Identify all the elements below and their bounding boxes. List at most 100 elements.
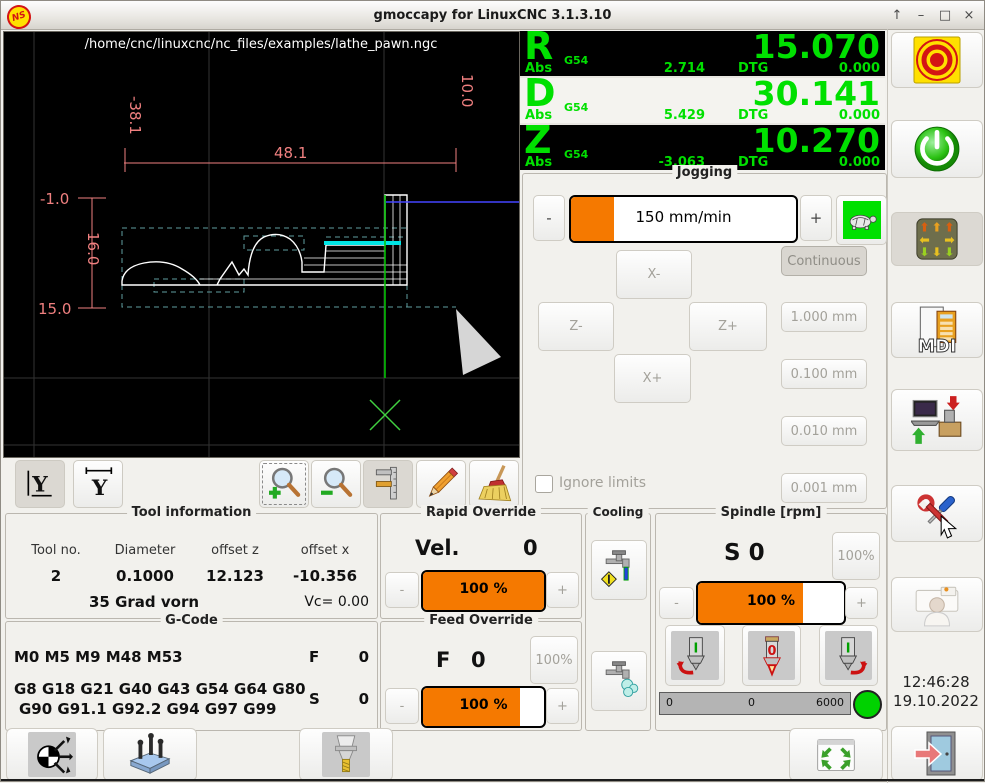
feed-override-title: Feed Override (424, 613, 538, 628)
touch-off-button[interactable] (6, 728, 98, 781)
abs-value: 5.429 (615, 108, 705, 123)
emergency-stop-icon (913, 36, 961, 84)
jog-x-plus-button[interactable]: X+ (614, 354, 691, 403)
active-g-codes-line1: G8 G18 G21 G40 G43 G54 G64 G80 (14, 680, 306, 698)
clear-preview-button[interactable] (469, 460, 519, 508)
user-settings-button[interactable] (891, 577, 983, 632)
settings-button[interactable] (891, 485, 983, 542)
speed-value: 0 (359, 690, 369, 708)
offset-z-value: 12.123 (193, 567, 277, 585)
manual-mode-button[interactable]: ⬆ ⬆ ⬆ ⬅ ➡ ⬇ ⬇ ⬇ (891, 212, 983, 266)
gcode-preview[interactable]: -38.1 48.1 10.0 -1.0 16.0 15.0 (3, 31, 520, 458)
loaded-file-path: /home/cnc/linuxcnc/nc_files/examples/lat… (85, 37, 438, 52)
gcode-title: G-Code (160, 613, 223, 628)
zoom-in-icon (264, 464, 304, 504)
dro-row-x[interactable]: R G54 15.070 Abs 2.714 DTG 0.000 (520, 31, 885, 76)
exit-button[interactable] (891, 726, 983, 781)
spindle-range-min: 0 (666, 696, 673, 709)
ignore-limits-checkbox[interactable] (535, 475, 553, 493)
jog-increment-001mm-button[interactable]: 0.010 mm (781, 416, 867, 446)
dro-row-z[interactable]: Z G54 10.270 Abs -3.063 DTG 0.000 (520, 125, 885, 170)
feed-plus-button[interactable]: + (546, 688, 579, 724)
tool-change-button[interactable] (299, 728, 393, 781)
vel-label: Vel. (415, 536, 460, 560)
rapid-override-value: 100 % (423, 572, 544, 606)
rapid-override-bar[interactable]: 100 % (421, 570, 546, 612)
spindle-plus-button[interactable]: + (845, 587, 878, 619)
spindle-range-max: 6000 (816, 696, 844, 709)
mist-coolant-button[interactable] (591, 651, 647, 711)
spindle-range-bar: 0 0 6000 (659, 692, 851, 715)
diameter-header: Diameter (101, 543, 189, 558)
rapid-override-panel: Rapid Override Vel. 0 - 100 % + (380, 513, 582, 619)
zoom-in-button[interactable] (259, 460, 309, 508)
feed-minus-button[interactable]: - (385, 688, 419, 724)
spindle-ccw-button[interactable]: I (665, 625, 725, 686)
spindle-override-bar[interactable]: 100 % (696, 581, 846, 625)
spindle-panel: Spindle [rpm] S 0 100% - 100 % + I (655, 513, 887, 731)
svg-text:Y: Y (31, 473, 48, 498)
cooling-title: Cooling (588, 505, 649, 519)
svg-text:⬇: ⬇ (932, 244, 942, 259)
jog-x-minus-button[interactable]: X- (616, 250, 692, 299)
maximize-window-icon[interactable]: □ (938, 8, 952, 23)
spindle-minus-button[interactable]: - (659, 587, 694, 619)
rapid-minus-button[interactable]: - (385, 572, 419, 608)
dro-row-d[interactable]: D G54 30.141 Abs 5.429 DTG 0.000 (520, 78, 885, 123)
feed-label: F (309, 648, 319, 666)
svg-text:0: 0 (767, 644, 776, 659)
power-icon (912, 124, 962, 174)
jog-speed-bar[interactable]: 150 mm/min (569, 195, 798, 243)
jog-increment-1mm-button[interactable]: 1.000 mm (781, 302, 867, 332)
jog-increment-01mm-button[interactable]: 0.100 mm (781, 359, 867, 389)
edit-gcode-button[interactable] (416, 460, 466, 508)
dim-label-bottom: 15.0 (38, 300, 71, 318)
mode-sidebar: ⬆ ⬆ ⬆ ⬅ ➡ ⬇ ⬇ ⬇ MDI (887, 29, 985, 783)
mdi-mode-button[interactable]: MDI (891, 302, 983, 358)
spindle-title: Spindle [rpm] (716, 505, 827, 520)
turtle-jog-button[interactable] (836, 195, 887, 245)
exit-door-icon (913, 730, 961, 778)
shade-window-icon[interactable]: ↑ (890, 8, 904, 23)
close-window-icon[interactable]: × (962, 8, 976, 23)
block-height-button[interactable] (103, 728, 197, 781)
flood-coolant-button[interactable] (591, 540, 647, 600)
dimension-y-button[interactable]: Y (15, 460, 65, 508)
spindle-reset-100-button[interactable]: 100% (832, 532, 880, 580)
fullscreen-button[interactable] (789, 728, 883, 781)
offset-x-header: offset x (279, 543, 371, 558)
jogging-panel: Jogging - 150 mm/min + X- Continuous Z- … (522, 173, 887, 509)
tool-information-panel: Tool information Tool no. Diameter offse… (5, 513, 378, 619)
dimension-y-top-button[interactable]: Y (73, 460, 123, 508)
tool-no-value: 2 (11, 567, 101, 585)
spindle-stop-button[interactable]: 0 (742, 625, 801, 686)
jogging-title: Jogging (672, 165, 737, 180)
jog-z-plus-button[interactable]: Z+ (689, 302, 767, 351)
jog-increment-continuous-button[interactable]: Continuous (781, 246, 867, 276)
feed-override-bar[interactable]: 100 % (421, 686, 546, 728)
coord-system: G54 (564, 101, 588, 114)
feed-override-panel: Feed Override F 0 100% - 100 % + (380, 621, 582, 731)
tool-no-header: Tool no. (11, 543, 101, 558)
rapid-plus-button[interactable]: + (546, 572, 579, 608)
jog-keypad-icon: ⬆ ⬆ ⬆ ⬅ ➡ ⬇ ⬇ ⬇ (914, 216, 960, 262)
y-letter-dimension-icon: Y (20, 464, 60, 504)
origin-marker (370, 400, 400, 430)
jog-z-minus-button[interactable]: Z- (538, 302, 614, 351)
measure-distance-button[interactable] (363, 460, 413, 508)
estop-button[interactable] (891, 32, 983, 88)
rapid-override-title: Rapid Override (421, 505, 541, 520)
feed-reset-100-button[interactable]: 100% (530, 636, 578, 684)
jog-increment-0001mm-button[interactable]: 0.001 mm (781, 473, 867, 503)
vel-value: 0 (523, 536, 538, 560)
feed-override-value: 100 % (423, 688, 544, 722)
jog-speed-plus-button[interactable]: + (800, 195, 832, 241)
jog-speed-minus-button[interactable]: - (533, 195, 565, 241)
auto-mode-button[interactable] (891, 389, 983, 451)
minimize-window-icon[interactable]: – (914, 8, 928, 23)
spindle-cw-button[interactable]: I (819, 625, 878, 686)
turtle-icon (843, 201, 881, 239)
zoom-out-button[interactable] (311, 460, 361, 508)
caliper-icon (368, 464, 408, 504)
machine-on-button[interactable] (891, 120, 983, 178)
